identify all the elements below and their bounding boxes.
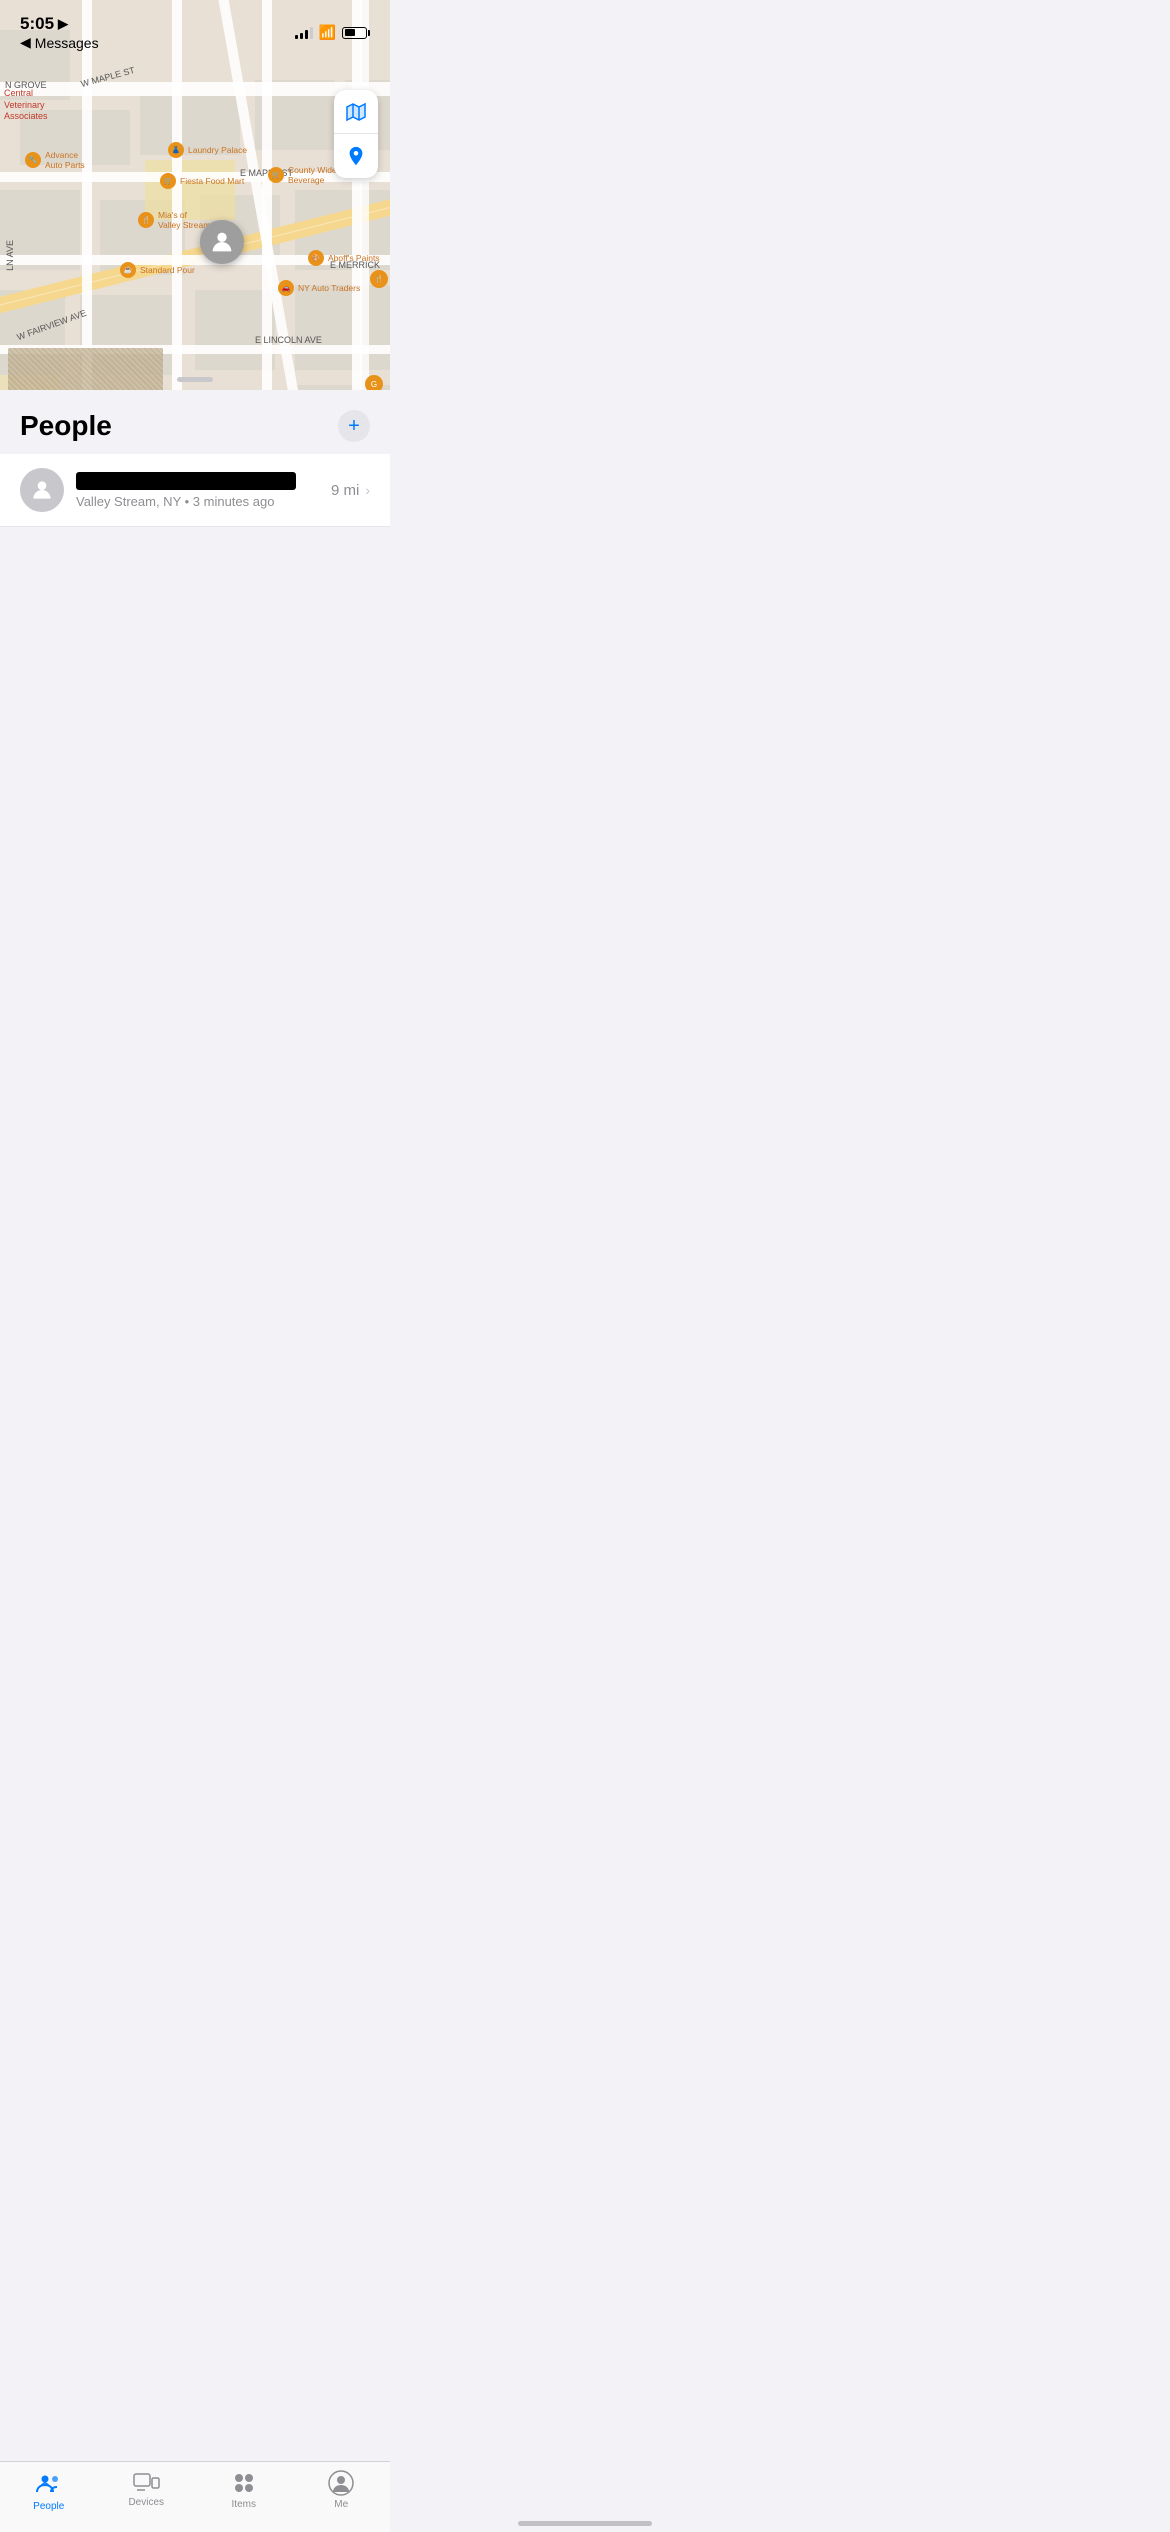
- bottom-sheet: People + Valley Stream, NY • 3 minutes a…: [0, 390, 390, 844]
- tab-bar: People Devices Items Me: [0, 2461, 390, 2532]
- me-icon: [328, 2470, 354, 2496]
- devices-icon: [132, 2470, 160, 2494]
- back-chevron-icon: ◀: [20, 34, 31, 51]
- status-left: 5:05 ▶ ◀ Messages: [20, 14, 99, 51]
- map-controls-panel: [334, 90, 378, 178]
- status-bar: 5:05 ▶ ◀ Messages 📶: [0, 0, 390, 59]
- tab-devices[interactable]: Devices: [98, 2470, 196, 2512]
- sheet-drag-handle[interactable]: [177, 377, 213, 382]
- user-pin-avatar: [208, 228, 236, 256]
- tab-me[interactable]: Me: [293, 2470, 391, 2512]
- user-location-pin: [200, 220, 244, 264]
- map-view-button[interactable]: [334, 90, 378, 134]
- back-label: Messages: [35, 35, 99, 51]
- tab-me-label: Me: [334, 2499, 348, 2510]
- tab-items-label: Items: [232, 2499, 256, 2510]
- battery-tip: [368, 30, 370, 36]
- signal-bar-2: [300, 33, 303, 39]
- battery-body: [342, 27, 367, 39]
- location-button[interactable]: [334, 134, 378, 178]
- signal-bar-4: [310, 27, 313, 39]
- tab-people-label: People: [33, 2501, 64, 2512]
- signal-bars: [295, 27, 313, 39]
- chevron-right-icon: ›: [365, 482, 370, 498]
- plus-icon: +: [348, 415, 360, 438]
- items-icon: [231, 2470, 257, 2496]
- people-title: People: [20, 410, 112, 442]
- tab-items[interactable]: Items: [195, 2470, 293, 2512]
- location-arrow-icon: ▶: [58, 16, 68, 32]
- person-avatar: [20, 468, 64, 512]
- location-icon: [345, 145, 367, 167]
- time-display: 5:05: [20, 14, 54, 34]
- battery-fill: [345, 29, 355, 36]
- person-info: Valley Stream, NY • 3 minutes ago: [76, 472, 323, 509]
- status-icons: 📶: [295, 24, 370, 41]
- empty-content-area: [0, 527, 390, 727]
- tab-people[interactable]: People: [0, 2470, 98, 2512]
- battery-indicator: [342, 27, 370, 39]
- person-distance: 9 mi: [331, 482, 359, 499]
- people-icon: [35, 2470, 63, 2498]
- person-subtitle: Valley Stream, NY • 3 minutes ago: [76, 494, 323, 509]
- person-row[interactable]: Valley Stream, NY • 3 minutes ago 9 mi ›: [0, 454, 390, 527]
- wifi-icon: 📶: [319, 24, 336, 41]
- map-icon: [344, 100, 368, 124]
- add-person-button[interactable]: +: [338, 410, 370, 442]
- tab-devices-label: Devices: [128, 2497, 164, 2508]
- status-time: 5:05 ▶: [20, 14, 99, 34]
- signal-bar-3: [305, 30, 308, 39]
- home-indicator: [518, 2521, 652, 2526]
- back-button[interactable]: ◀ Messages: [20, 34, 99, 51]
- person-name-redacted: [76, 472, 296, 490]
- signal-bar-1: [295, 35, 298, 39]
- people-section-header: People +: [0, 390, 390, 454]
- people-list: Valley Stream, NY • 3 minutes ago 9 mi ›: [0, 454, 390, 527]
- avatar-icon: [29, 477, 55, 503]
